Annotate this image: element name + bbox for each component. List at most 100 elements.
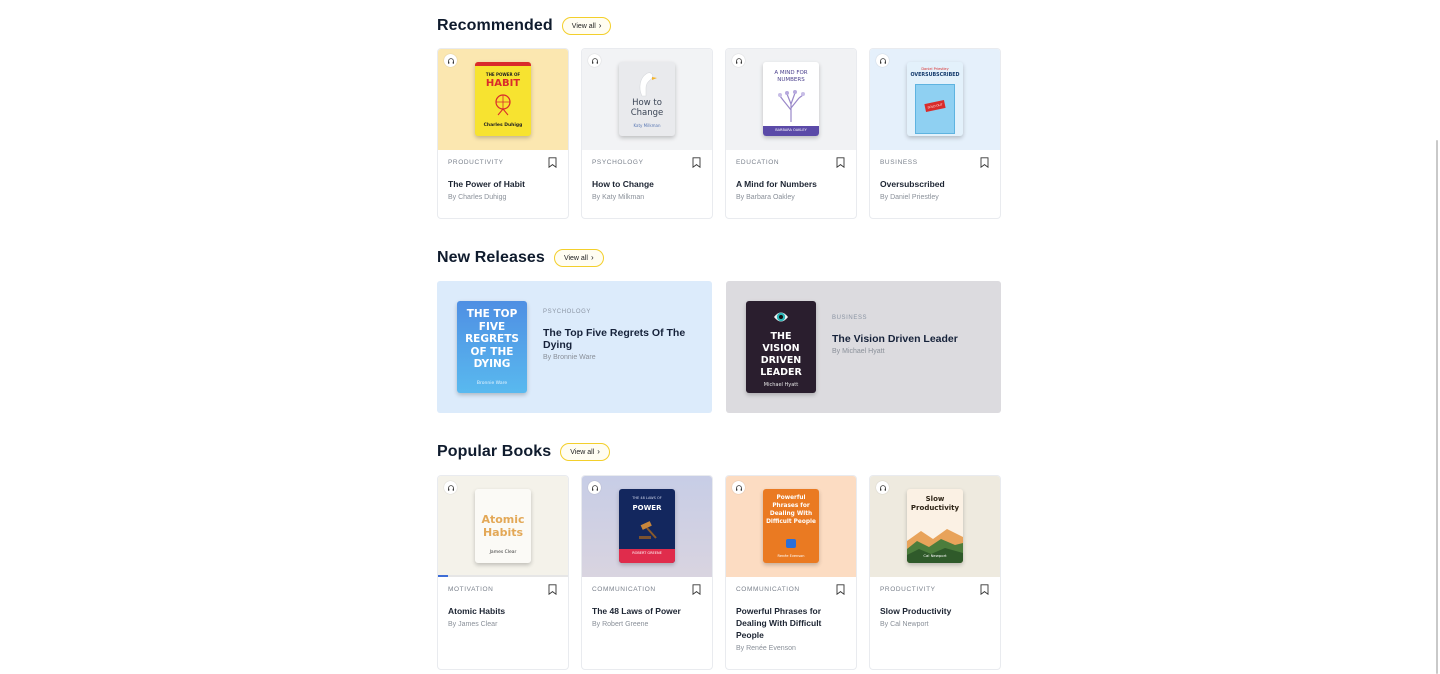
book-cover: Atomic Habits James Clear — [475, 489, 531, 563]
card-info: PSYCHOLOGY The Top Five Regrets Of The D… — [543, 309, 703, 361]
cover-main-text: THE VISION DRIVEN LEADER — [760, 331, 802, 378]
category-label: MOTIVATION — [448, 586, 494, 593]
bookmark-icon[interactable] — [980, 157, 989, 168]
category-label: EDUCATION — [736, 159, 780, 166]
book-author: By James Clear — [448, 621, 498, 628]
view-all-label: View all — [563, 254, 588, 262]
card-cover: Daniel Priestley OVERSUBSCRIBED SOLD OUT — [870, 49, 1000, 150]
book-card[interactable]: How to Change Katy Milkman PSYCHOLOGY Ho… — [581, 48, 713, 219]
book-author: By Cal Newport — [880, 621, 929, 628]
card-body: PRODUCTIVITY Slow Productivity By Cal Ne… — [870, 577, 1000, 636]
book-author: By Bronnie Ware — [543, 354, 596, 361]
book-author: By Michael Hyatt — [832, 348, 885, 355]
bookmark-icon[interactable] — [980, 584, 989, 595]
book-card[interactable]: Slow Productivity Cal Newport PRODUCTIVI… — [869, 475, 1001, 670]
book-cover: THE 48 LAWS OF POWER ROBERT GREENE — [619, 489, 675, 563]
category-label: PRODUCTIVITY — [448, 159, 504, 166]
card-body: PRODUCTIVITY The Power of Habit By Charl… — [438, 150, 568, 209]
chevron-right-icon: › — [598, 21, 602, 30]
book-cover: Powerful Phrases for Dealing With Diffic… — [763, 489, 819, 563]
recommended-section: Recommended View all › THE POWER OF HABI… — [437, 0, 1001, 225]
chevron-right-icon: › — [590, 253, 594, 262]
new-releases-section: New Releases View all › THE TOP FIVE REG… — [437, 240, 1001, 420]
recommended-header: Recommended View all › — [437, 17, 612, 35]
book-card[interactable]: Daniel Priestley OVERSUBSCRIBED SOLD OUT… — [869, 48, 1001, 219]
new-release-card[interactable]: THE VISION DRIVEN LEADER Michael Hyatt B… — [726, 281, 1001, 413]
cover-main-text: Slow Productivity — [910, 495, 960, 512]
book-title: The Vision Driven Leader — [832, 333, 958, 345]
book-author: By Charles Duhigg — [448, 194, 507, 201]
book-title: The 48 Laws of Power — [592, 606, 681, 616]
card-body: MOTIVATION Atomic Habits By James Clear — [438, 577, 568, 636]
book-card[interactable]: THE 48 LAWS OF POWER ROBERT GREENE COMMU… — [581, 475, 713, 670]
headphones-icon[interactable] — [876, 481, 889, 494]
cover-main-text: Powerful Phrases for Dealing With Diffic… — [766, 495, 816, 525]
new-releases-header: New Releases View all › — [437, 249, 604, 267]
category-label: COMMUNICATION — [592, 586, 656, 593]
book-title: The Top Five Regrets Of The Dying — [543, 327, 686, 351]
category-label: BUSINESS — [832, 315, 868, 321]
book-card[interactable]: THE POWER OF HABIT Charles Duhigg PRODUC… — [437, 48, 569, 219]
cover-top-text: THE 48 LAWS OF — [632, 496, 662, 500]
view-all-button[interactable]: View all › — [561, 17, 612, 35]
headphones-icon[interactable] — [444, 481, 457, 494]
headphones-icon[interactable] — [588, 54, 601, 67]
view-all-button[interactable]: View all › — [553, 249, 604, 267]
cover-author-text: Bronnie Ware — [476, 381, 508, 386]
chat-bubble-icon — [786, 539, 796, 548]
cover-author-text: BARBARA OAKLEY — [775, 128, 807, 132]
headphones-icon[interactable] — [444, 54, 457, 67]
bookmark-icon[interactable] — [692, 157, 701, 168]
book-card[interactable]: Powerful Phrases for Dealing With Diffic… — [725, 475, 857, 670]
book-title: Oversubscribed — [880, 179, 945, 189]
card-cover: Powerful Phrases for Dealing With Diffic… — [726, 476, 856, 577]
cover-main-text: POWER — [632, 504, 662, 512]
bookmark-icon[interactable] — [548, 584, 557, 595]
cover-author-text: Charles Duhigg — [483, 123, 523, 128]
headphones-icon[interactable] — [588, 481, 601, 494]
cover-author-text: Katy Milkman — [633, 123, 661, 128]
cover-author-text: Renée Evenson — [777, 554, 805, 558]
card-cover: A MIND FOR NUMBERS BARBARA OAKLEY — [726, 49, 856, 150]
book-title: A Mind for Numbers — [736, 179, 817, 189]
book-card[interactable]: Atomic Habits James Clear MOTIVATION Ato… — [437, 475, 569, 670]
book-title: How to Change — [592, 179, 654, 189]
card-cover: THE POWER OF HABIT Charles Duhigg — [438, 49, 568, 150]
bookmark-icon[interactable] — [836, 157, 845, 168]
cover-top-text: Daniel Priestley — [921, 67, 949, 71]
section-title: Recommended — [437, 17, 553, 34]
view-all-label: View all — [570, 448, 595, 456]
cover-main-text: Atomic Habits — [481, 513, 525, 539]
headphones-icon[interactable] — [732, 54, 745, 67]
card-cover: Slow Productivity Cal Newport — [870, 476, 1000, 577]
category-label: COMMUNICATION — [736, 586, 800, 593]
headphones-icon[interactable] — [876, 54, 889, 67]
book-title: The Power of Habit — [448, 179, 525, 189]
card-body: PSYCHOLOGY How to Change By Katy Milkman — [582, 150, 712, 209]
book-author: By Katy Milkman — [592, 194, 645, 201]
category-label: BUSINESS — [880, 159, 918, 166]
book-cover: Daniel Priestley OVERSUBSCRIBED SOLD OUT — [907, 62, 963, 136]
popular-books-header: Popular Books View all › — [437, 443, 610, 461]
cover-author-text: James Clear — [489, 550, 517, 555]
new-release-card[interactable]: THE TOP FIVE REGRETS OF THE DYING Bronni… — [437, 281, 712, 413]
category-label: PSYCHOLOGY — [543, 309, 592, 315]
cover-author-text: ROBERT GREENE — [632, 551, 662, 555]
popular-books-section: Popular Books View all › Atomic Habits J… — [437, 434, 1001, 674]
bookmark-icon[interactable] — [548, 157, 557, 168]
view-all-label: View all — [571, 22, 596, 30]
book-cover: Slow Productivity Cal Newport — [907, 489, 963, 563]
bookmark-icon[interactable] — [836, 584, 845, 595]
page-scrollbar[interactable] — [1436, 140, 1438, 674]
category-label: PSYCHOLOGY — [592, 159, 644, 166]
card-cover: Atomic Habits James Clear — [438, 476, 568, 577]
bookmark-icon[interactable] — [692, 584, 701, 595]
book-cover: THE TOP FIVE REGRETS OF THE DYING Bronni… — [457, 301, 527, 393]
headphones-icon[interactable] — [732, 481, 745, 494]
book-card[interactable]: A MIND FOR NUMBERS BARBARA OAKLEY EDUCAT… — [725, 48, 857, 219]
cover-author-text: Michael Hyatt — [763, 382, 799, 388]
view-all-button[interactable]: View all › — [560, 443, 610, 461]
card-body: COMMUNICATION Powerful Phrases for Deali… — [726, 577, 856, 660]
chevron-right-icon: › — [597, 447, 600, 456]
cover-main-text: HABIT — [485, 78, 521, 89]
